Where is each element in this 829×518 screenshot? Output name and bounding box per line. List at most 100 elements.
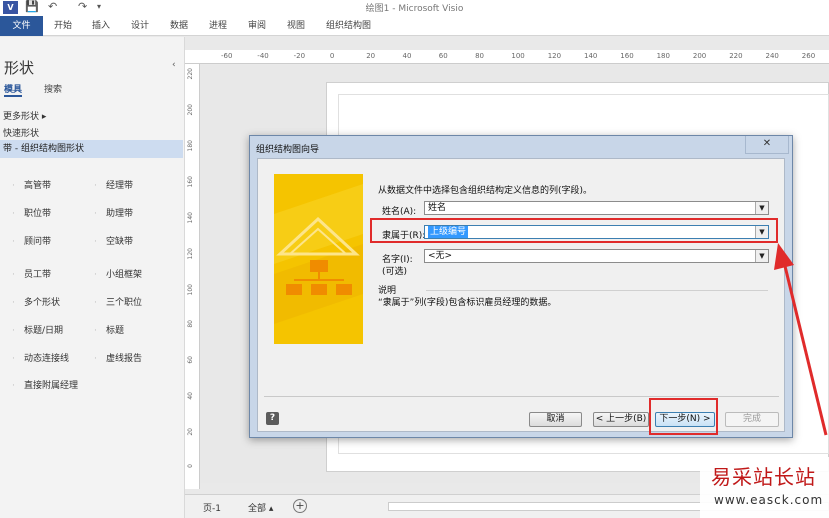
tab-insert[interactable]: 插入: [92, 16, 110, 36]
more-shapes-label: 更多形状: [3, 112, 40, 122]
tab-search[interactable]: 搜索: [44, 82, 62, 95]
ruler-tick-label: 40: [402, 52, 412, 60]
tab-home[interactable]: 开始: [54, 16, 72, 36]
description-divider: [426, 290, 768, 291]
page-tab-1[interactable]: 页-1: [203, 501, 221, 514]
name-label: 姓名(A):: [382, 207, 417, 217]
shape-consultant-belt[interactable]: · 顾问带: [12, 234, 92, 247]
more-shapes-menu[interactable]: 更多形状 ▸: [3, 109, 46, 122]
shape-vacancy-belt[interactable]: · 空缺带: [94, 234, 174, 247]
stencil-org-chart-belt[interactable]: 带 - 组织结构图形状: [0, 140, 183, 158]
ruler-tick-label: 140: [584, 52, 598, 60]
submenu-arrow-icon: ▸: [41, 112, 47, 122]
shape-icon: ·: [12, 237, 15, 247]
tab-stencils[interactable]: 模具: [4, 82, 23, 97]
watermark-url: www.easck.com: [714, 493, 824, 507]
name-combobox[interactable]: 姓名 ▼: [424, 201, 769, 215]
cancel-button[interactable]: 取消: [529, 412, 582, 427]
shape-icon: ·: [94, 326, 97, 336]
ruler-tick-label: 120: [547, 52, 562, 60]
ruler-tick-label: 160: [620, 52, 634, 60]
ruler-tick-label: 60: [438, 52, 448, 60]
wizard-illustration: [274, 174, 363, 344]
ruler-tick-label: 0: [187, 464, 194, 468]
shape-three-positions[interactable]: · 三个职位: [94, 295, 174, 308]
next-button-highlight: [649, 398, 718, 435]
close-icon[interactable]: ✕: [745, 136, 789, 154]
shape-multiple-shapes[interactable]: · 多个形状: [12, 295, 92, 308]
shape-assistant-belt[interactable]: · 助理带: [94, 206, 174, 219]
ruler-tick-label: 60: [187, 356, 194, 364]
shape-icon: ·: [12, 209, 15, 219]
tab-design[interactable]: 设计: [131, 16, 149, 36]
vertical-ruler: 220 200 180 160 140 120 100 80 60 40 20 0: [185, 64, 200, 489]
shape-icon: ·: [12, 326, 15, 336]
optional-label: (可选): [382, 267, 408, 277]
ruler-tick-label: 40: [187, 392, 194, 400]
quick-shapes-item[interactable]: 快速形状: [3, 126, 39, 139]
shape-title[interactable]: · 标题: [94, 323, 174, 336]
ruler-tick-label: 20: [366, 52, 376, 60]
title-bar: V 💾 ↶ ↷ ▾ 绘图1 - Microsoft Visio: [0, 0, 829, 16]
shape-team-frame[interactable]: · 小组框架: [94, 267, 174, 280]
ruler-tick-label: 220: [729, 52, 743, 60]
ruler-tick-label: 260: [801, 52, 816, 60]
shape-icon: ·: [94, 181, 97, 191]
shape-position-belt[interactable]: · 职位带: [12, 206, 92, 219]
add-page-icon[interactable]: +: [293, 499, 307, 513]
ruler-tick-label: 200: [187, 104, 194, 116]
back-button[interactable]: < 上一步(B): [593, 412, 649, 427]
reports-to-highlight: [370, 218, 778, 243]
ruler-tick-label: 140: [187, 212, 194, 224]
shape-icon: ·: [12, 381, 15, 391]
shape-icon: ·: [94, 270, 97, 280]
shape-title-date[interactable]: · 标题/日期: [12, 323, 92, 336]
shape-icon: ·: [94, 209, 97, 219]
tab-org-chart[interactable]: 组织结构图: [326, 16, 371, 36]
first-name-combobox-value: <无>: [428, 251, 453, 261]
watermark: 易采站长站 www.easck.com: [700, 457, 829, 518]
shape-direct-report-manager[interactable]: · 直接附属经理: [12, 378, 92, 391]
shape-executive-belt[interactable]: · 高管带: [12, 178, 92, 191]
help-icon[interactable]: ?: [266, 412, 279, 425]
shape-dotted-line-report[interactable]: · 虚线报告: [94, 351, 174, 364]
dropdown-arrow-icon[interactable]: ▼: [755, 202, 768, 214]
tab-review[interactable]: 审阅: [248, 16, 266, 36]
shape-icon: ·: [94, 298, 97, 308]
window-title: 绘图1 - Microsoft Visio: [365, 4, 464, 14]
red-arrow-icon: [774, 243, 828, 436]
shape-icon: ·: [94, 237, 97, 247]
watermark-title: 易采站长站: [711, 465, 816, 489]
ruler-tick-label: 180: [656, 52, 670, 60]
tab-file[interactable]: 文件: [0, 16, 43, 36]
shape-icon: ·: [12, 270, 15, 280]
org-chart-wizard-dialog: 组织结构图向导 ✕ 从数据文件中选择包含组织结构定义信息的列(字段)。 姓名(A…: [249, 135, 793, 438]
ruler-tick-label: 20: [187, 428, 194, 436]
ruler-tick-label: -40: [257, 52, 269, 60]
wizard-instruction: 从数据文件中选择包含组织结构定义信息的列(字段)。: [378, 186, 593, 196]
tab-process[interactable]: 进程: [209, 16, 227, 36]
org-chart-illustration-icon: [274, 174, 363, 344]
ruler-tick-label: 0: [329, 52, 335, 60]
ruler-tick-label: 220: [187, 68, 194, 80]
ruler-tick-label: 100: [511, 52, 525, 60]
shape-icon: ·: [12, 354, 15, 364]
all-pages-tab[interactable]: 全部 ▴: [248, 501, 273, 514]
ruler-tick-label: 240: [765, 52, 779, 60]
shape-staff-belt[interactable]: · 员工带: [12, 267, 92, 280]
shapes-panel-title: 形状: [4, 59, 35, 77]
button-separator: [264, 396, 779, 397]
ruler-tick-label: 80: [475, 52, 485, 60]
shape-icon: ·: [12, 298, 15, 308]
shape-dynamic-connector[interactable]: · 动态连接线: [12, 351, 92, 364]
collapse-panel-icon[interactable]: ‹: [172, 60, 176, 70]
tab-data[interactable]: 数据: [170, 16, 188, 36]
ribbon-tabs: 文件 开始 插入 设计 数据 进程 审阅 视图 组织结构图: [0, 16, 829, 36]
ruler-tick-label: 160: [187, 176, 194, 188]
tab-view[interactable]: 视图: [287, 16, 305, 36]
shape-manager-belt[interactable]: · 经理带: [94, 178, 174, 191]
horizontal-ruler: -60 -40 -20 0 20 40 60 80 100 120 140 160 180 200 220 2…: [185, 50, 829, 64]
dialog-title: 组织结构图向导: [256, 145, 320, 155]
first-name-combobox[interactable]: <无> ▼: [424, 249, 769, 263]
name-combobox-value: 姓名: [428, 203, 447, 213]
